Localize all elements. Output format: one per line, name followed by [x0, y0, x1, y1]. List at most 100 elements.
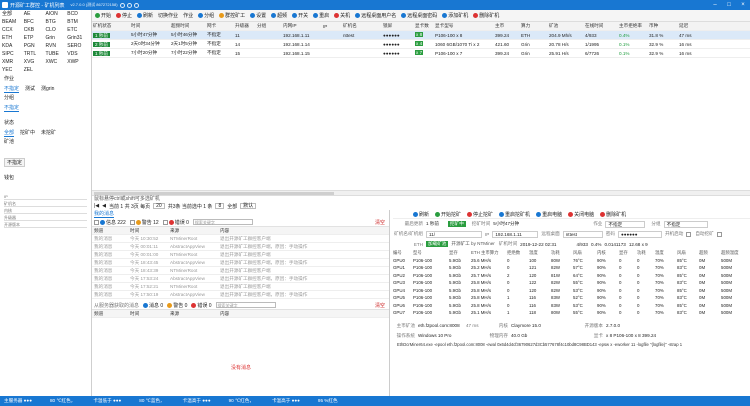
maximize-icon[interactable]: □ — [722, 0, 736, 10]
message-row[interactable]: 我的消息 今天 00:01:11 AbstractAppView 退出开源矿工群控客户… — [92, 243, 389, 251]
gpu-row[interactable]: GPU4 P106-100 5.9Gb 25.8 MH/s 0 120 82W 53°C 90%… — [393, 287, 750, 295]
message-search-input[interactable]: 搜索关键字 — [192, 219, 253, 225]
job-select[interactable]: 不指定 — [605, 220, 646, 228]
rdp-user-input[interactable]: nttest — [562, 230, 603, 238]
miner-name-input[interactable]: 11/ — [426, 230, 482, 238]
info-filter[interactable]: 信息 222 — [94, 219, 126, 226]
ip-filter-field[interactable]: IP — [4, 194, 87, 200]
tab-my-messages[interactable]: 我的消息 — [94, 210, 115, 218]
coin-item[interactable]: XWP — [67, 59, 89, 66]
group-select[interactable]: 不指定 — [663, 220, 708, 228]
message-row[interactable]: 我的消息 今天 17:53:24 AbstractAppView 退出开源矿工群控客户… — [92, 275, 389, 283]
group-button[interactable]: 分组 — [198, 12, 214, 19]
stop-button[interactable]: 停止 — [116, 12, 132, 19]
coin-item[interactable]: CCX — [2, 27, 24, 34]
coin-item[interactable]: YEC — [2, 67, 24, 74]
gpu-row[interactable]: GPU0 P106-100 5.9Gb 25.6 MH/s 0 100 80W 76°C 90%… — [393, 257, 750, 265]
server-warning-filter[interactable]: 警告 0 — [167, 302, 187, 309]
kernel-tab[interactable]: 测grin — [41, 85, 54, 93]
status-tab-mining[interactable]: 挖矿中 — [20, 129, 35, 137]
add-miner-button[interactable]: 添加矿机 — [442, 12, 468, 19]
delete-miner-button[interactable]: 删除矿机 — [473, 12, 499, 19]
first-page-icon[interactable]: |◀ — [94, 203, 99, 209]
detail-restart-miner-button[interactable]: 重启挖矿机 — [499, 211, 530, 218]
message-row[interactable]: 我的消息 今天 18:43:39 NTMinerRoot 退出开源矿工群控客户端 — [92, 267, 389, 275]
coin-item[interactable]: CLO — [46, 27, 68, 34]
coin-item[interactable]: XVG — [24, 59, 46, 66]
rdp-password-input[interactable]: ●●●●●● — [617, 230, 662, 238]
per-select[interactable]: 8 — [215, 203, 225, 209]
warning-filter[interactable]: 警告 12 — [129, 219, 159, 226]
detail-shutdown-button[interactable]: 关闭电脑 — [568, 211, 594, 218]
message-row[interactable]: 我的消息 今天 17:50:19 AbstractAppView 退出开源矿工群控客户… — [92, 291, 389, 299]
clear-server-messages-button[interactable]: 清空 — [375, 302, 385, 309]
kernel-filter-field[interactable]: 内核 — [4, 208, 87, 214]
coin-item[interactable]: VDS — [67, 51, 89, 58]
message-row[interactable]: 我的消息 今天 17:52:21 NTMinerRoot 退出开源矿工群控客户端 — [92, 283, 389, 291]
start-button[interactable]: 开始 — [95, 12, 111, 19]
detail-refresh-button[interactable]: 刷新 — [413, 211, 429, 218]
gpu-row[interactable]: GPU7 P106-100 5.9Gb 25.1 MH/s 1 118 80W 55°C 90%… — [393, 309, 750, 317]
server-info-filter[interactable]: 消息 0 — [143, 302, 163, 309]
kernel-tab[interactable]: 测试 — [25, 85, 35, 93]
gpu-row[interactable]: GPU1 P106-100 5.9Gb 25.2 MH/s 0 121 82W 57°C 90%… — [393, 264, 750, 272]
shutdown-button[interactable]: 关机 — [334, 12, 350, 19]
autostart-checkbox[interactable] — [686, 231, 692, 237]
group-control-button[interactable]: 群控矿工 — [219, 12, 245, 19]
refresh-icon[interactable] — [126, 2, 132, 8]
cloud-icon[interactable] — [133, 2, 139, 8]
clear-messages-button[interactable]: 清空 — [375, 219, 385, 226]
coin-item[interactable]: BFC — [24, 19, 46, 26]
overclock-button[interactable]: 超频 — [271, 12, 287, 19]
table-row[interactable]: 1 秒前 7小时20分钟 7小时22分钟 不指定 15 192.168.1.15 ●●●●●… — [92, 49, 750, 58]
gpu-row[interactable]: GPU5 P106-100 5.9Gb 25.8 MH/s 1 116 83W 52°C 90%… — [393, 294, 750, 302]
coin-item[interactable]: ETC — [67, 27, 89, 34]
coin-item[interactable]: XMR — [2, 59, 24, 66]
minimize-icon[interactable]: – — [708, 0, 722, 10]
server-message-search-input[interactable]: 搜索关键字 — [215, 302, 276, 308]
table-row[interactable]: 2 秒前 2天0时34分钟 2天1时5分钟 不指定 14 192.168.1.14 ●●●●… — [92, 40, 750, 49]
settings-button[interactable]: 设置 — [250, 12, 266, 19]
status-tab-all[interactable]: 全部 — [4, 129, 15, 137]
page-size-select[interactable]: 20 — [153, 203, 165, 209]
gpu-row[interactable]: GPU2 P106-100 5.9Gb 25.7 MH/s 2 120 81W 64°C 90%… — [393, 272, 750, 280]
message-row[interactable]: 我的消息 今天 00:01:00 NTMinerRoot 退出开源矿工群控客户端 — [92, 251, 389, 259]
gpu-row[interactable]: GPU3 P106-100 5.9Gb 25.8 MH/s 0 122 82W 55°C 90%… — [393, 279, 750, 287]
coin-item[interactable]: SIPC — [2, 51, 24, 58]
server-error-filter[interactable]: 错误 0 — [191, 302, 212, 309]
refresh-button[interactable]: 刷新 — [137, 12, 153, 19]
coin-item[interactable]: BTG — [46, 19, 68, 26]
detail-stop-button[interactable]: 停止挖矿 — [467, 211, 493, 218]
switch-button[interactable]: 开关 — [292, 12, 308, 19]
coin-item[interactable]: BTM — [67, 19, 89, 26]
automine-checkbox[interactable] — [716, 231, 722, 237]
coin-item[interactable]: KDA — [2, 43, 24, 50]
job-dropdown[interactable]: 作业 — [183, 12, 193, 19]
detail-reboot-button[interactable]: 重启电脑 — [536, 211, 562, 218]
table-row[interactable]: 1 秒前 5小时47分钟 5小时46分钟 不指定 11 192.168.1.11 nttes… — [92, 31, 750, 40]
coin-item[interactable]: SERO — [67, 43, 89, 50]
coin-item[interactable]: ETH — [2, 35, 24, 42]
rdp-user-button[interactable]: 远程桌面用户名 — [355, 12, 396, 19]
version-filter-field[interactable]: 开源版本 — [4, 222, 87, 228]
message-row[interactable]: 我的消息 今天 18:43:45 AbstractAppView 退出开源矿工群控客户… — [92, 259, 389, 267]
coin-item[interactable]: TUBE — [46, 51, 68, 58]
coin-item[interactable]: CKB — [24, 27, 46, 34]
coin-item[interactable]: PGN — [24, 43, 46, 50]
rdp-password-button[interactable]: 远程桌面密码 — [401, 12, 437, 19]
coin-item[interactable]: Grin — [46, 35, 68, 42]
coin-item[interactable]: XWC — [46, 59, 68, 66]
updater-filter-field[interactable]: 升级器 — [4, 215, 87, 221]
coin-item[interactable]: Grin31 — [67, 35, 89, 42]
miner-name-filter-field[interactable]: 矿机名 — [4, 201, 87, 207]
coin-item[interactable]: ETP — [24, 35, 46, 42]
restart-button[interactable]: 重启 — [313, 12, 329, 19]
coin-item[interactable]: TRTL — [24, 51, 46, 58]
status-tab-idle[interactable]: 未挖矿 — [41, 129, 56, 137]
ip-input[interactable]: 192.168.1.11 — [492, 230, 539, 238]
kernel-tab[interactable]: 不指定 — [4, 85, 20, 93]
prev-page-icon[interactable]: ◀ — [102, 203, 106, 209]
coin-item[interactable]: ZEL — [24, 67, 46, 74]
coin-item[interactable]: 全部 — [2, 11, 24, 18]
coin-item[interactable]: BEAM — [2, 19, 24, 26]
